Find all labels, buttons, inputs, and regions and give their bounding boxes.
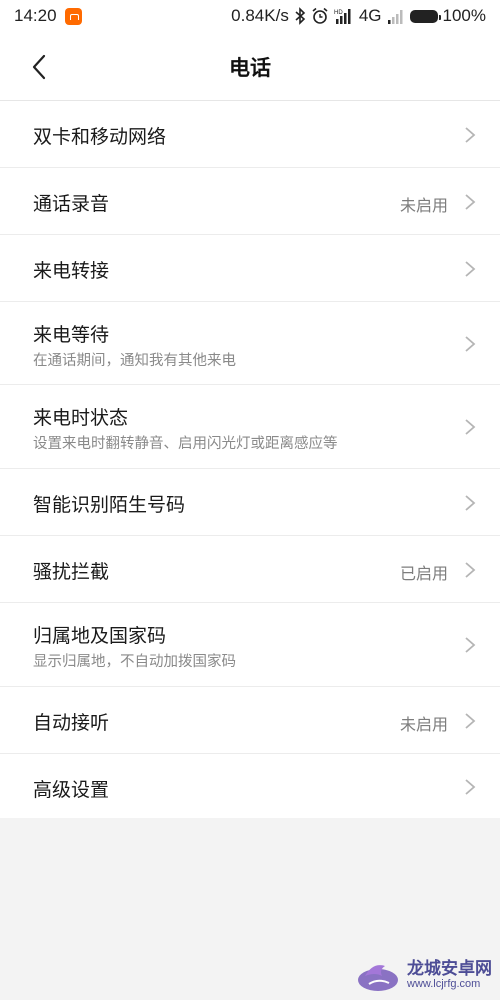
alarm-icon [311,7,329,25]
setting-title: 通话录音 [33,193,110,215]
app-notification-icon [64,7,82,25]
dragon-logo-icon [358,965,398,991]
setting-smart-caller-id[interactable]: 智能识别陌生号码 [0,469,500,536]
network-speed: 0.84K/s [231,6,289,25]
settings-list: 双卡和移动网络 通话录音 未启用 来电转接 来电等待 在通话期间，通知我有其他来… [0,101,500,820]
hd-signal-icon: HD [334,7,354,25]
bluetooth-icon [294,7,306,25]
chevron-right-icon [465,713,476,729]
setting-subtitle: 显示归属地，不自动加拨国家码 [33,654,236,670]
setting-dual-sim[interactable]: 双卡和移动网络 [0,101,500,168]
site-watermark: 龙城安卓网 www.lcjrfg.com [355,956,492,994]
page-title: 电话 [229,56,271,80]
setting-title: 高级设置 [33,779,110,801]
setting-title: 来电等待 [33,324,110,346]
setting-auto-answer[interactable]: 自动接听 未启用 [0,687,500,754]
setting-subtitle: 设置来电时翻转静音、启用闪光灯或距离感应等 [33,436,338,452]
svg-text:HD: HD [334,10,343,16]
setting-title: 来电转接 [33,260,110,282]
setting-title: 双卡和移动网络 [33,126,167,148]
battery-icon [409,9,441,23]
setting-status: 未启用 [399,196,448,215]
chevron-right-icon [465,127,476,143]
setting-spam-blocking[interactable]: 骚扰拦截 已启用 [0,536,500,603]
network-type: 4G [358,6,382,25]
chevron-right-icon [465,336,476,352]
top-app-bar: 电话 [0,32,500,101]
setting-title: 来电时状态 [33,407,129,429]
setting-subtitle: 在通话期间，通知我有其他来电 [33,353,236,369]
setting-title: 自动接听 [33,712,110,734]
watermark-name: 龙城安卓网 [407,959,492,979]
status-bar: 14:20 0.84K/s HD 4G 100% [0,0,500,32]
empty-area: 龙城安卓网 www.lcjrfg.com [0,818,500,1000]
setting-call-waiting[interactable]: 来电等待 在通话期间，通知我有其他来电 [0,302,500,385]
chevron-right-icon [465,562,476,578]
battery-level: 100% [442,6,486,25]
chevron-right-icon [465,495,476,511]
setting-call-recording[interactable]: 通话录音 未启用 [0,168,500,235]
chevron-right-icon [465,194,476,210]
chevron-right-icon [465,261,476,277]
setting-advanced[interactable]: 高级设置 [0,754,500,820]
watermark-url: www.lcjrfg.com [407,978,481,990]
chevron-right-icon [465,419,476,435]
status-time: 14:20 [14,6,57,25]
setting-incoming-call-state[interactable]: 来电时状态 设置来电时翻转静音、启用闪光灯或距离感应等 [0,385,500,469]
setting-status: 已启用 [399,564,448,583]
setting-call-forwarding[interactable]: 来电转接 [0,235,500,302]
setting-status: 未启用 [399,715,448,734]
signal-weak-icon [387,7,405,25]
setting-title: 智能识别陌生号码 [33,494,186,516]
setting-title: 归属地及国家码 [33,625,167,647]
setting-title: 骚扰拦截 [33,561,110,583]
chevron-right-icon [465,779,476,795]
chevron-right-icon [465,637,476,653]
setting-location-country-code[interactable]: 归属地及国家码 显示归属地，不自动加拨国家码 [0,603,500,687]
